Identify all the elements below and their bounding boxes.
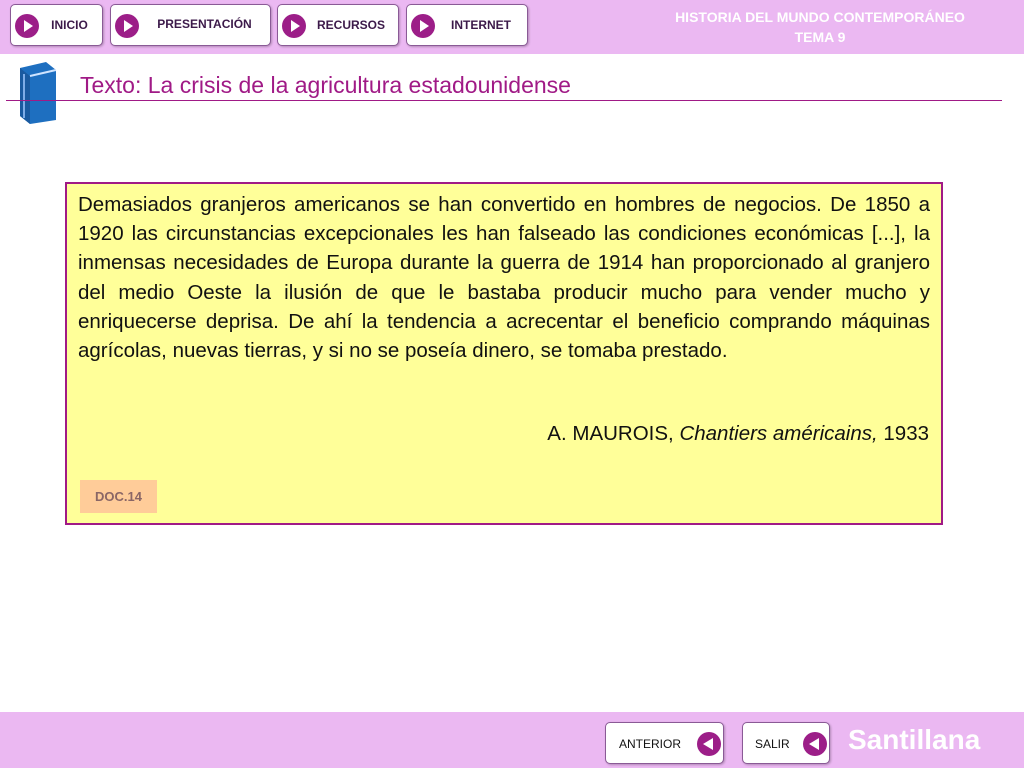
back-arrow-circle-icon (803, 732, 827, 756)
santillana-logo: Santillana (848, 724, 981, 755)
course-heading: HISTORIA DEL MUNDO CONTEMPORÁNEO TEMA 9 (630, 7, 1010, 47)
citation-work: Chantiers américains, (679, 422, 878, 445)
play-circle-icon (411, 14, 435, 38)
inicio-button[interactable]: INICIO (10, 4, 103, 46)
course-unit: TEMA 9 (794, 29, 846, 45)
recursos-label: RECURSOS (316, 18, 385, 32)
play-circle-icon (282, 14, 306, 38)
salir-button[interactable]: SALIR (742, 722, 830, 764)
presentacion-button[interactable]: PRESENTACIÓN (110, 4, 271, 46)
anterior-label: ANTERIOR (619, 737, 682, 751)
citation-year: 1933 (883, 422, 929, 445)
document-box: Demasiados granjeros americanos se han c… (65, 182, 943, 525)
play-circle-icon (115, 14, 139, 38)
anterior-button[interactable]: ANTERIOR (605, 722, 724, 764)
recursos-button[interactable]: RECURSOS (277, 4, 399, 46)
inicio-label: INICIO (51, 18, 88, 32)
citation-author: A. MAUROIS, (547, 422, 674, 445)
play-circle-icon (15, 14, 39, 38)
title-divider (6, 100, 1002, 101)
presentacion-label: PRESENTACIÓN (157, 17, 252, 31)
back-arrow-circle-icon (697, 732, 721, 756)
internet-label: INTERNET (451, 18, 511, 32)
course-name: HISTORIA DEL MUNDO CONTEMPORÁNEO (675, 9, 965, 25)
salir-label: SALIR (755, 737, 790, 751)
document-tag: DOC.14 (80, 480, 157, 513)
document-citation: A. MAUROIS, Chantiers américains, 1933 (547, 422, 929, 446)
page-title: Texto: La crisis de la agricultura estad… (80, 72, 571, 98)
document-text: Demasiados granjeros americanos se han c… (78, 193, 930, 363)
book-icon (20, 62, 57, 124)
internet-button[interactable]: INTERNET (406, 4, 528, 46)
